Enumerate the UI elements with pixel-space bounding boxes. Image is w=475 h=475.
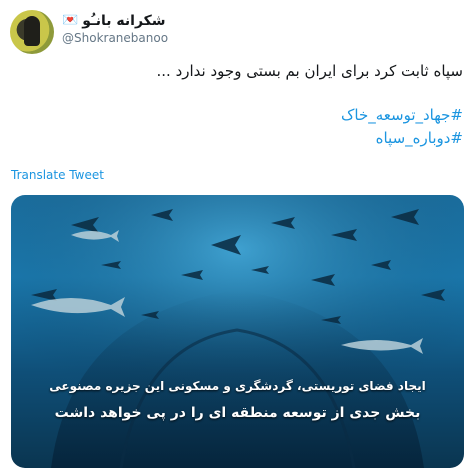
video-media[interactable]: ایجاد فضای توریستی، گردشگری و مسکونی این… [11,195,464,468]
tweet-header: 💌 شکرانه بانـُو @Shokranebanoo [0,0,475,56]
hashtag-link[interactable]: #جهاد_توسعه_خاک [13,104,463,127]
video-caption-line-2: بخش جدی از توسعه منطقه ای را در پی خواهد… [54,405,421,421]
underwater-fish-scene [11,195,464,468]
avatar[interactable] [10,10,54,54]
love-letter-icon: 💌 [62,13,79,28]
video-caption-line-1: ایجاد فضای توریستی، گردشگری و مسکونی این… [49,379,426,393]
hashtag-link[interactable]: #دوباره_سپاه [13,127,463,150]
display-name[interactable]: شکرانه بانـُو [82,13,165,29]
name-row: 💌 شکرانه بانـُو [62,12,166,30]
user-handle[interactable]: @Shokranebanoo [62,31,168,45]
tweet-text: سپاه ثابت کرد برای ایران بم بستی وجود ند… [156,62,463,80]
translate-tweet-link[interactable]: Translate Tweet [11,168,104,182]
hashtag-list: #جهاد_توسعه_خاک #دوباره_سپاه [13,104,463,150]
